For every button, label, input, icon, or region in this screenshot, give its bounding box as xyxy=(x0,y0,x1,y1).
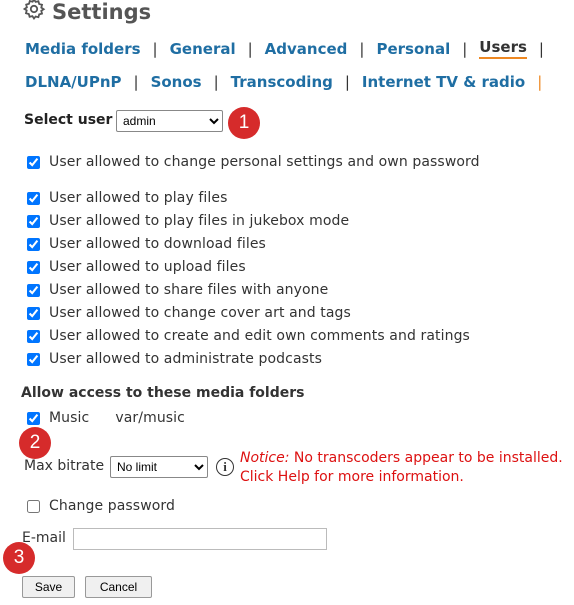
perm-play-files: User allowed to play files xyxy=(27,190,228,206)
perm-jukebox-checkbox[interactable] xyxy=(27,214,40,228)
step-badge-2: 2 xyxy=(19,427,51,459)
tab-users[interactable]: Users xyxy=(479,38,527,59)
perm-download-checkbox[interactable] xyxy=(27,237,40,251)
perm-podcasts: User allowed to administrate podcasts xyxy=(27,351,322,367)
notice-line1: No transcoders appear to be installed. xyxy=(289,450,563,466)
perm-podcasts-checkbox[interactable] xyxy=(27,352,40,366)
perm-label: User allowed to play files in jukebox mo… xyxy=(49,213,350,229)
perm-comments: User allowed to create and edit own comm… xyxy=(27,328,470,344)
info-icon[interactable]: i xyxy=(216,458,234,476)
perm-personal-settings-checkbox[interactable] xyxy=(27,155,40,169)
perm-label: User allowed to download files xyxy=(49,236,266,252)
perm-personal-settings: User allowed to change personal settings… xyxy=(27,154,480,170)
perm-cover-art-checkbox[interactable] xyxy=(27,306,40,320)
notice-line2: Click Help for more information. xyxy=(240,469,464,485)
perm-comments-checkbox[interactable] xyxy=(27,329,40,343)
perm-label: User allowed to create and edit own comm… xyxy=(49,328,470,344)
media-folder-music-checkbox[interactable] xyxy=(27,411,40,425)
user-select[interactable]: admin xyxy=(116,110,223,132)
max-bitrate-select[interactable]: No limit xyxy=(110,456,208,478)
email-field[interactable] xyxy=(73,528,327,550)
page-title-text: Settings xyxy=(52,0,152,24)
media-folder-music: Music var/music xyxy=(27,410,185,426)
save-button[interactable]: Save xyxy=(22,576,75,598)
cancel-button[interactable]: Cancel xyxy=(85,576,152,598)
tab-sonos[interactable]: Sonos xyxy=(151,73,202,91)
notice-prefix: Notice: xyxy=(240,450,290,466)
change-password-label: Change password xyxy=(49,498,176,514)
page-title: Settings xyxy=(22,0,151,26)
change-password-checkbox[interactable] xyxy=(27,499,40,513)
max-bitrate-label: Max bitrate xyxy=(24,458,105,474)
tab-general[interactable]: General xyxy=(170,40,236,58)
select-user-label: Select user xyxy=(24,112,113,128)
step-badge-3: 3 xyxy=(3,542,35,574)
tab-dlna-upnp[interactable]: DLNA/UPnP xyxy=(25,73,122,91)
email-label: E-mail xyxy=(22,530,66,546)
perm-play-files-checkbox[interactable] xyxy=(27,191,40,205)
tab-media-folders[interactable]: Media folders xyxy=(25,40,141,58)
gear-icon xyxy=(22,0,46,26)
transcoder-notice: Notice: No transcoders appear to be inst… xyxy=(240,449,563,487)
perm-label: User allowed to play files xyxy=(49,190,228,206)
perm-share-checkbox[interactable] xyxy=(27,283,40,297)
settings-tabs-row1: Media folders | General | Advanced | Per… xyxy=(25,38,544,59)
settings-tabs-row2: DLNA/UPnP | Sonos | Transcoding | Intern… xyxy=(25,73,543,91)
tab-transcoding[interactable]: Transcoding xyxy=(231,73,333,91)
change-password-row: Change password xyxy=(27,498,175,514)
tab-advanced[interactable]: Advanced xyxy=(265,40,348,58)
step-badge-1: 1 xyxy=(228,107,260,139)
perm-personal-settings-label: User allowed to change personal settings… xyxy=(49,154,480,170)
perm-label: User allowed to administrate podcasts xyxy=(49,351,323,367)
perm-upload: User allowed to upload files xyxy=(27,259,246,275)
perm-share: User allowed to share files with anyone xyxy=(27,282,328,298)
tab-personal[interactable]: Personal xyxy=(376,40,450,58)
media-folder-path: var/music xyxy=(115,410,185,426)
perm-jukebox: User allowed to play files in jukebox mo… xyxy=(27,213,349,229)
media-folders-heading: Allow access to these media folders xyxy=(21,385,305,401)
perm-label: User allowed to share files with anyone xyxy=(49,282,329,298)
tab-internet-tv-radio[interactable]: Internet TV & radio xyxy=(362,73,525,91)
media-folder-name: Music xyxy=(49,410,90,426)
perm-label: User allowed to upload files xyxy=(49,259,246,275)
perm-label: User allowed to change cover art and tag… xyxy=(49,305,351,321)
perm-download: User allowed to download files xyxy=(27,236,266,252)
perm-upload-checkbox[interactable] xyxy=(27,260,40,274)
perm-cover-art: User allowed to change cover art and tag… xyxy=(27,305,351,321)
